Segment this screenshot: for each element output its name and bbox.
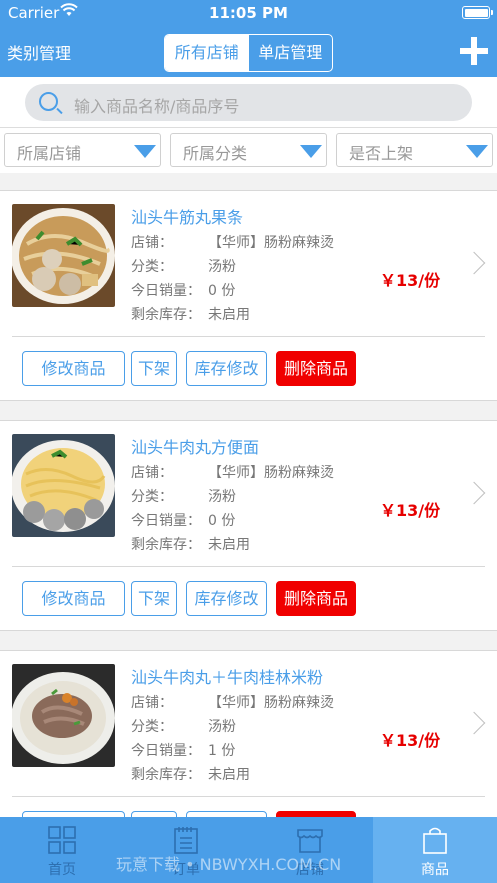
product-image bbox=[12, 434, 115, 537]
store-scope-segmented-control: 所有店铺 单店管理 bbox=[164, 34, 333, 72]
product-name[interactable]: 汕头牛筋丸果条 bbox=[131, 204, 243, 228]
take-offshelf-button[interactable]: 下架 bbox=[131, 351, 177, 386]
add-product-icon[interactable] bbox=[460, 37, 488, 65]
delete-product-button[interactable]: 删除商品 bbox=[276, 581, 356, 616]
divider bbox=[12, 796, 485, 797]
tab-products[interactable]: 商品 bbox=[373, 817, 497, 883]
dropdown-arrow-icon bbox=[300, 145, 322, 158]
chevron-right-icon[interactable] bbox=[462, 711, 486, 735]
product-sales-row: 今日销量： 1 份 bbox=[131, 743, 236, 759]
edit-product-button[interactable]: 修改商品 bbox=[22, 351, 125, 386]
take-offshelf-button[interactable]: 下架 bbox=[131, 581, 177, 616]
clock: 11:05 PM bbox=[209, 4, 288, 22]
divider bbox=[12, 336, 485, 337]
search-placeholder: 输入商品名称/商品序号 bbox=[74, 97, 240, 116]
product-stock-row: 剩余库存： 未启用 bbox=[131, 537, 250, 553]
tab-home[interactable]: 首页 bbox=[0, 817, 124, 883]
product-sales-row: 今日销量： 0 份 bbox=[131, 283, 236, 299]
product-image bbox=[12, 664, 115, 767]
product-category-row: 分类： 汤粉 bbox=[131, 719, 236, 735]
segment-all-stores[interactable]: 所有店铺 bbox=[165, 35, 249, 71]
store-filter-label: 所属店铺 bbox=[17, 144, 82, 163]
product-price: ￥13/份 bbox=[380, 501, 441, 520]
listing-status-filter-dropdown[interactable]: 是否上架 bbox=[336, 133, 493, 167]
edit-product-button[interactable]: 修改商品 bbox=[22, 581, 125, 616]
product-price: ￥13/份 bbox=[380, 271, 441, 290]
product-price: ￥13/份 bbox=[380, 731, 441, 750]
tab-products-label: 商品 bbox=[421, 862, 449, 878]
listing-status-filter-label: 是否上架 bbox=[349, 144, 414, 163]
product-stock-row: 剩余库存： 未启用 bbox=[131, 767, 250, 783]
edit-stock-button[interactable]: 库存修改 bbox=[186, 581, 267, 616]
product-shop-row: 店铺： 【华师】肠粉麻辣烫 bbox=[131, 695, 334, 711]
search-icon bbox=[39, 92, 58, 111]
grid-icon bbox=[48, 826, 76, 854]
navigation-bar: Carrier 11:05 PM 类别管理 所有店铺 单店管理 bbox=[0, 0, 497, 77]
tab-home-label: 首页 bbox=[48, 862, 76, 878]
product-name[interactable]: 汕头牛肉丸方便面 bbox=[131, 434, 259, 458]
product-sales-row: 今日销量： 0 份 bbox=[131, 513, 236, 529]
chevron-right-icon[interactable] bbox=[462, 251, 486, 275]
category-management-button[interactable]: 类别管理 bbox=[7, 40, 71, 64]
divider bbox=[12, 566, 485, 567]
search-bar: 输入商品名称/商品序号 bbox=[0, 77, 497, 128]
dropdown-arrow-icon bbox=[134, 145, 156, 158]
shopping-bag-icon bbox=[421, 826, 449, 854]
category-filter-dropdown[interactable]: 所属分类 bbox=[170, 133, 327, 167]
store-filter-dropdown[interactable]: 所属店铺 bbox=[4, 133, 161, 167]
delete-product-button[interactable]: 删除商品 bbox=[276, 351, 356, 386]
product-shop-row: 店铺： 【华师】肠粉麻辣烫 bbox=[131, 465, 334, 481]
product-card[interactable]: 汕头牛筋丸果条 店铺： 【华师】肠粉麻辣烫 分类： 汤粉 今日销量： 0 份 剩余库存… bbox=[0, 190, 497, 401]
battery-icon bbox=[462, 6, 493, 19]
segment-single-store[interactable]: 单店管理 bbox=[249, 35, 333, 71]
product-shop-row: 店铺： 【华师】肠粉麻辣烫 bbox=[131, 235, 334, 251]
chevron-right-icon[interactable] bbox=[462, 481, 486, 505]
category-filter-label: 所属分类 bbox=[183, 144, 248, 163]
notepad-icon bbox=[172, 826, 200, 854]
status-bar: Carrier 11:05 PM bbox=[0, 0, 497, 26]
product-card[interactable]: 汕头牛肉丸方便面 店铺： 【华师】肠粉麻辣烫 分类： 汤粉 今日销量： 0 份 剩余库… bbox=[0, 420, 497, 631]
search-input[interactable]: 输入商品名称/商品序号 bbox=[25, 84, 472, 121]
product-image bbox=[12, 204, 115, 307]
product-category-row: 分类： 汤粉 bbox=[131, 259, 236, 275]
watermark: 玩意下载 • NBWYXH.COM.CN bbox=[116, 855, 342, 874]
edit-stock-button[interactable]: 库存修改 bbox=[186, 351, 267, 386]
dropdown-arrow-icon bbox=[466, 145, 488, 158]
product-stock-row: 剩余库存： 未启用 bbox=[131, 307, 250, 323]
filter-bar: 所属店铺 所属分类 是否上架 bbox=[0, 128, 497, 173]
product-name[interactable]: 汕头牛肉丸＋牛肉桂林米粉 bbox=[131, 664, 323, 688]
product-category-row: 分类： 汤粉 bbox=[131, 489, 236, 505]
storefront-icon bbox=[296, 826, 324, 854]
